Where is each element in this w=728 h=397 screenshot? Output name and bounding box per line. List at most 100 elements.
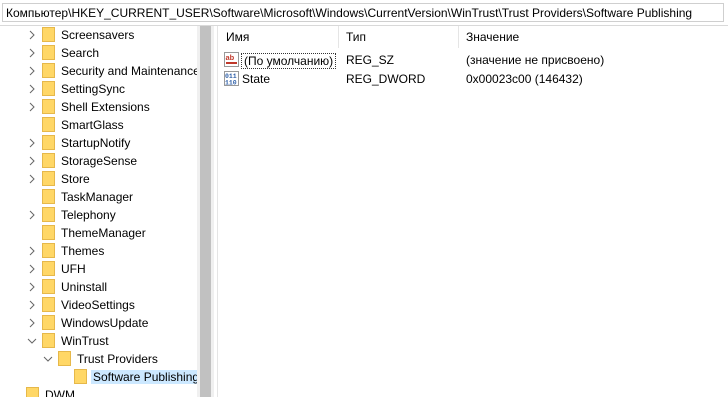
folder-icon bbox=[42, 117, 55, 132]
tree-item[interactable]: Telephony bbox=[0, 206, 197, 224]
column-header-value[interactable]: Значение bbox=[466, 30, 519, 44]
folder-icon bbox=[42, 225, 55, 240]
tree-item[interactable]: SmartGlass bbox=[0, 116, 197, 134]
folder-icon bbox=[42, 45, 55, 60]
list-header: Имя Тип Значение bbox=[218, 26, 728, 48]
folder-icon bbox=[42, 207, 55, 222]
tree-item-label: Security and Maintenance bbox=[61, 64, 197, 78]
tree-item[interactable]: Security and Maintenance bbox=[0, 62, 197, 80]
folder-icon bbox=[42, 333, 55, 348]
folder-icon bbox=[42, 243, 55, 258]
tree-item-label: Store bbox=[61, 172, 90, 186]
tree-item[interactable]: Themes bbox=[0, 242, 197, 260]
chevron-right-icon[interactable] bbox=[27, 83, 37, 95]
tree-item-label: UFH bbox=[61, 262, 86, 276]
tree-item-label: SmartGlass bbox=[61, 118, 124, 132]
tree-item[interactable]: StorageSense bbox=[0, 152, 197, 170]
value-type: REG_DWORD bbox=[346, 72, 426, 86]
address-input[interactable] bbox=[2, 3, 724, 22]
folder-icon bbox=[42, 279, 55, 294]
chevron-right-icon[interactable] bbox=[27, 47, 37, 59]
tree-item-label: Shell Extensions bbox=[61, 100, 150, 114]
chevron-right-icon[interactable] bbox=[27, 245, 37, 257]
folder-icon bbox=[42, 171, 55, 186]
tree-item[interactable]: WinTrust bbox=[0, 332, 197, 350]
tree-item-label: Telephony bbox=[61, 208, 116, 222]
tree-item-label: DWM bbox=[45, 388, 75, 397]
column-header-type[interactable]: Тип bbox=[346, 30, 366, 44]
svg-text:110: 110 bbox=[225, 80, 237, 87]
tree-item[interactable]: StartupNotify bbox=[0, 134, 197, 152]
address-bar bbox=[0, 0, 728, 26]
tree-item[interactable]: UFH bbox=[0, 260, 197, 278]
tree-item-label: WinTrust bbox=[61, 334, 109, 348]
dword-value-icon: 011 110 bbox=[224, 71, 239, 86]
value-type: REG_SZ bbox=[346, 53, 395, 67]
tree-item-label: ThemeManager bbox=[61, 226, 146, 240]
tree-scrollbar[interactable] bbox=[197, 26, 214, 397]
tree-item-label: WindowsUpdate bbox=[61, 316, 149, 330]
chevron-right-icon[interactable] bbox=[27, 317, 37, 329]
folder-icon bbox=[42, 81, 55, 96]
tree-item-label: Trust Providers bbox=[77, 352, 158, 366]
tree-item[interactable]: Store bbox=[0, 170, 197, 188]
column-divider[interactable] bbox=[458, 26, 459, 48]
chevron-right-icon[interactable] bbox=[27, 29, 37, 41]
tree-item[interactable]: VideoSettings bbox=[0, 296, 197, 314]
folder-icon bbox=[58, 351, 71, 366]
chevron-down-icon[interactable] bbox=[27, 335, 37, 347]
chevron-down-icon[interactable] bbox=[43, 353, 53, 365]
tree-item-label: SettingSync bbox=[61, 82, 126, 96]
value-row[interactable]: ab (По умолчанию) REG_SZ (значение не пр… bbox=[218, 51, 728, 69]
value-data: (значение не присвоено) bbox=[466, 53, 605, 67]
tree-item-label: Software Publishing bbox=[91, 370, 197, 384]
chevron-right-icon[interactable] bbox=[27, 137, 37, 149]
value-row[interactable]: 011 110 State REG_DWORD 0x00023c00 (1464… bbox=[218, 70, 728, 88]
tree-item[interactable]: Software Publishing bbox=[0, 368, 197, 386]
tree-item-label: Search bbox=[61, 46, 100, 60]
chevron-right-icon[interactable] bbox=[27, 173, 37, 185]
tree-item[interactable]: Shell Extensions bbox=[0, 98, 197, 116]
tree-item-label: Uninstall bbox=[61, 280, 108, 294]
value-data: 0x00023c00 (146432) bbox=[466, 72, 583, 86]
tree-scrollbar-thumb[interactable] bbox=[200, 26, 211, 397]
folder-icon bbox=[74, 369, 87, 384]
chevron-right-icon[interactable] bbox=[27, 65, 37, 77]
chevron-right-icon[interactable] bbox=[27, 101, 37, 113]
tree-item[interactable]: SettingSync bbox=[0, 80, 197, 98]
folder-icon bbox=[42, 63, 55, 78]
tree-item-label: TaskManager bbox=[61, 190, 134, 204]
chevron-right-icon[interactable] bbox=[27, 263, 37, 275]
value-name: State bbox=[242, 72, 271, 86]
registry-tree: Screensavers Search Security and Maintenan… bbox=[0, 26, 197, 397]
tree-item[interactable]: Search bbox=[0, 44, 197, 62]
folder-icon bbox=[42, 135, 55, 150]
tree-item-label: StorageSense bbox=[61, 154, 138, 168]
tree-item-label: StartupNotify bbox=[61, 136, 131, 150]
folder-icon bbox=[42, 99, 55, 114]
tree-item[interactable]: DWM bbox=[0, 386, 197, 397]
tree-item-label: VideoSettings bbox=[61, 298, 135, 312]
svg-text:ab: ab bbox=[226, 53, 235, 62]
tree-item[interactable]: TaskManager bbox=[0, 188, 197, 206]
tree-item-label: Screensavers bbox=[61, 28, 135, 42]
column-divider[interactable] bbox=[338, 26, 339, 48]
chevron-right-icon[interactable] bbox=[27, 209, 37, 221]
values-list: Имя Тип Значение ab (По умолчанию) REG_S… bbox=[218, 26, 728, 397]
folder-icon bbox=[26, 387, 39, 397]
tree-item[interactable]: Screensavers bbox=[0, 26, 197, 44]
chevron-right-icon[interactable] bbox=[27, 281, 37, 293]
chevron-right-icon[interactable] bbox=[27, 299, 37, 311]
tree-item[interactable]: Uninstall bbox=[0, 278, 197, 296]
folder-icon bbox=[42, 315, 55, 330]
string-value-icon: ab bbox=[224, 52, 239, 67]
folder-icon bbox=[42, 297, 55, 312]
value-name: (По умолчанию) bbox=[241, 53, 337, 69]
column-header-name[interactable]: Имя bbox=[226, 30, 249, 44]
tree-item[interactable]: WindowsUpdate bbox=[0, 314, 197, 332]
tree-item[interactable]: ThemeManager bbox=[0, 224, 197, 242]
tree-item[interactable]: Trust Providers bbox=[0, 350, 197, 368]
folder-icon bbox=[42, 153, 55, 168]
chevron-right-icon[interactable] bbox=[27, 155, 37, 167]
tree-item-label: Themes bbox=[61, 244, 105, 258]
